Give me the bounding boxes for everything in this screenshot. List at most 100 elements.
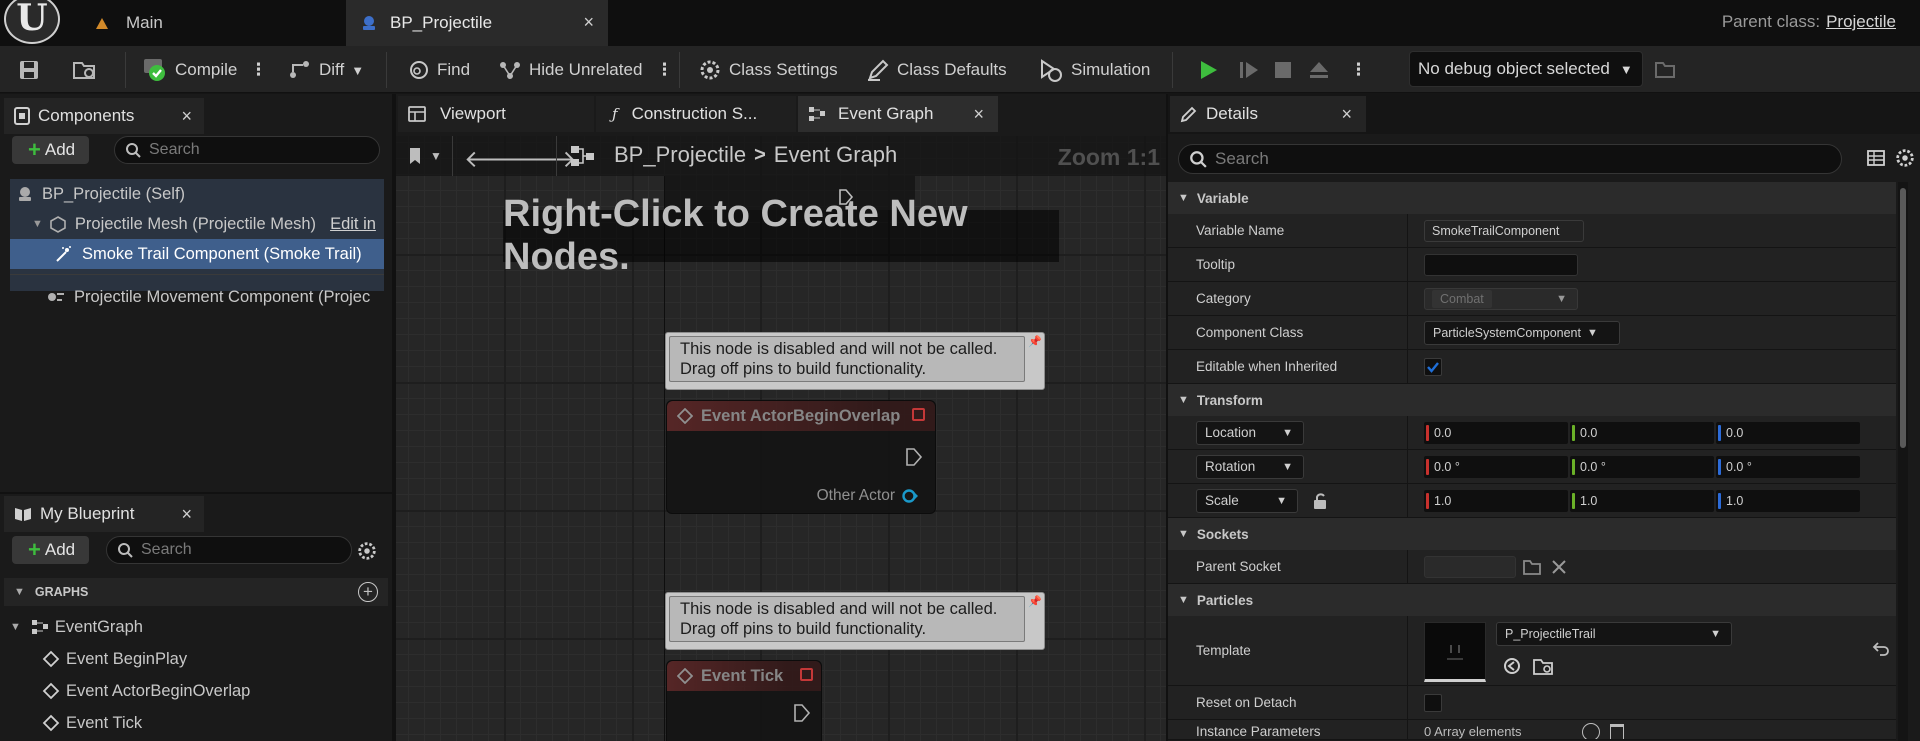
rotation-mode-combo[interactable]: Rotation ▼ [1196,454,1304,479]
scale-x-field[interactable]: 1.0 [1424,489,1568,512]
play-button[interactable] [1196,54,1220,86]
debug-object-select[interactable]: No debug object selected ▼ [1409,51,1643,87]
splitter[interactable] [0,492,392,494]
parent-class-link[interactable]: Projectile [1826,12,1896,31]
rotation-x-field[interactable]: 0.0 ° [1424,455,1568,478]
event-item[interactable]: Event ActorBeginOverlap [42,676,382,706]
close-tab-icon[interactable]: × [973,104,984,125]
diff-button[interactable]: Diff ▼ [288,54,364,86]
clear-icon[interactable] [1550,558,1568,576]
template-combo[interactable]: P_ProjectileTrail ▼ [1496,622,1732,646]
tab-main[interactable]: Main [80,0,340,46]
tree-item-projectile-movement[interactable]: Projectile Movement Component (Projec [46,282,384,312]
stop-button[interactable] [1272,54,1294,86]
parent-socket-field[interactable] [1424,555,1516,578]
unreal-logo[interactable]: U [4,0,60,44]
disabled-node-comment[interactable]: This node is disabled and will not be ca… [665,332,1045,390]
browse-asset-icon[interactable] [1532,656,1554,676]
event-item[interactable]: Event BeginPlay [42,644,382,674]
event-node-tick[interactable]: Event Tick [666,660,822,741]
components-search-input[interactable]: Search [114,136,380,164]
close-panel-icon[interactable]: × [1341,104,1352,125]
location-y-field[interactable]: 0.0 [1570,421,1714,444]
add-component-button[interactable]: + Add [12,136,90,164]
unlock-icon[interactable] [1312,492,1328,510]
tab-components[interactable]: Components × [4,98,204,134]
event-graph-canvas[interactable]: ▼ 🡐 🡒 BP_Projectile > Event Graph Zoom 1… [396,136,1166,741]
tree-item-smoke-trail[interactable]: Smoke Trail Component (Smoke Trail) [10,239,384,269]
tab-bp-projectile[interactable]: BP_Projectile × [346,0,608,46]
play-options-button[interactable]: ⋮ [1350,54,1367,86]
category-combo[interactable]: Combat ▼ [1424,287,1578,310]
editable-checkbox[interactable] [1424,357,1442,376]
trash-icon[interactable] [1610,724,1624,739]
variable-name-field[interactable]: SmokeTrailComponent [1424,219,1584,242]
component-class-combo[interactable]: ParticleSystemComponent ▼ [1424,320,1620,345]
reset-to-default-icon[interactable] [1872,640,1890,656]
eject-button[interactable] [1307,54,1331,86]
pin-comment-icon[interactable]: 📌 [1028,595,1042,608]
find-button[interactable]: Find [408,54,470,86]
graphs-section-header[interactable]: ▼ GRAPHS + [4,578,388,606]
bookmarks-button[interactable]: ▼ [408,146,442,166]
my-blueprint-settings-button[interactable] [356,540,378,562]
compile-options-button[interactable]: ⋮ [250,54,267,86]
exec-pin-icon[interactable] [793,703,811,723]
forward-arrow-icon[interactable]: 🡒 [512,144,576,174]
event-node-actor-begin-overlap[interactable]: Event ActorBeginOverlap Other Actor [666,400,936,514]
delegate-pin-icon[interactable] [912,408,925,421]
scale-y-field[interactable]: 1.0 [1570,489,1714,512]
tab-viewport[interactable]: Viewport [398,96,594,132]
class-defaults-button[interactable]: Class Defaults [866,54,1007,86]
pin-comment-icon[interactable]: 📌 [1028,335,1042,348]
disabled-node-comment[interactable]: This node is disabled and will not be ca… [665,592,1045,650]
compile-button[interactable]: Compile [142,54,237,86]
category-sockets[interactable]: ▼ Sockets [1168,518,1896,550]
details-search-input[interactable]: Search [1178,144,1842,174]
add-graph-icon[interactable]: + [358,582,378,602]
template-thumbnail[interactable] [1424,622,1486,682]
delegate-pin-icon[interactable] [800,668,813,681]
my-blueprint-search-input[interactable]: Search [106,536,352,564]
location-x-field[interactable]: 0.0 [1424,421,1568,444]
use-selected-icon[interactable] [1502,656,1522,676]
edit-in-link[interactable]: Edit in [330,215,376,234]
tab-details[interactable]: Details × [1170,96,1366,132]
category-transform[interactable]: ▼ Transform [1168,384,1896,416]
scale-z-field[interactable]: 1.0 [1716,489,1860,512]
add-element-icon[interactable] [1582,723,1600,739]
scale-mode-combo[interactable]: Scale ▼ [1196,488,1298,513]
hide-unrelated-options-button[interactable]: ⋮ [656,54,673,86]
tab-construction-script[interactable]: ƒ Construction S... [596,96,796,132]
tooltip-field[interactable] [1424,253,1578,276]
exec-pin-icon[interactable] [905,447,923,467]
simulation-button[interactable]: Simulation [1038,54,1150,86]
rotation-y-field[interactable]: 0.0 ° [1570,455,1714,478]
tab-event-graph[interactable]: Event Graph × [798,96,998,132]
tab-my-blueprint[interactable]: My Blueprint × [4,496,204,532]
table-view-icon[interactable] [1866,148,1886,168]
tree-item-projectile-mesh[interactable]: ▼ Projectile Mesh (Projectile Mesh) Edit… [10,209,384,239]
event-item[interactable]: Event Tick [42,708,382,738]
debug-browse-button[interactable] [1654,54,1676,86]
gear-icon[interactable] [1894,147,1916,169]
breadcrumb-root[interactable]: BP_Projectile [614,142,746,168]
class-settings-button[interactable]: Class Settings [698,54,838,86]
details-scrollbar[interactable] [1898,182,1908,741]
other-actor-pin[interactable]: Other Actor [817,487,919,505]
save-button[interactable] [18,54,40,86]
scrollbar-thumb[interactable] [1900,188,1906,448]
rotation-z-field[interactable]: 0.0 ° [1716,455,1860,478]
tree-item-eventgraph[interactable]: ▼ EventGraph [10,612,380,642]
add-member-button[interactable]: + Add [12,536,90,564]
step-button[interactable] [1237,54,1261,86]
category-particles[interactable]: ▼ Particles [1168,584,1896,616]
close-panel-icon[interactable]: × [181,106,192,127]
browse-button[interactable] [72,54,98,86]
close-panel-icon[interactable]: × [181,504,192,525]
close-tab-icon[interactable]: × [583,12,594,33]
browse-socket-icon[interactable] [1522,558,1544,576]
category-variable[interactable]: ▼ Variable [1168,182,1896,214]
tree-item-self[interactable]: BP_Projectile (Self) [10,179,384,209]
location-mode-combo[interactable]: Location ▼ [1196,420,1304,445]
